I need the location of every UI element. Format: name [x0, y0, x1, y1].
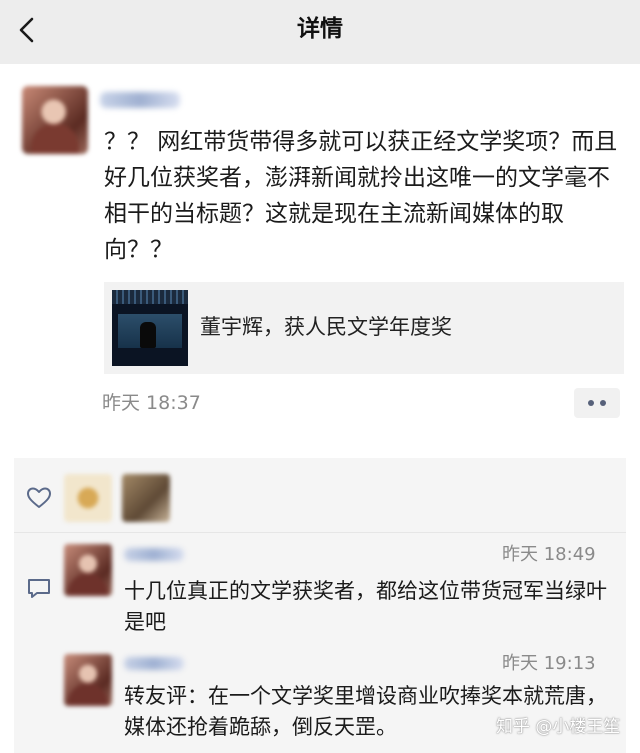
comment-avatar[interactable] — [64, 544, 112, 596]
more-options-button[interactable] — [574, 388, 620, 418]
dot-icon — [588, 400, 594, 406]
watermark: 知乎 @小楼王笙 — [496, 717, 621, 737]
post-timestamp: 昨天 18:37 — [102, 392, 201, 414]
divider — [14, 532, 626, 533]
liker-avatar[interactable] — [64, 474, 112, 522]
shared-link-card[interactable]: 董宇辉，获人民文学年度奖 — [104, 282, 624, 374]
author-name-redacted[interactable] — [100, 92, 180, 108]
dot-icon — [600, 400, 606, 406]
liker-avatar[interactable] — [122, 474, 170, 522]
heart-icon — [27, 487, 51, 508]
comment-text[interactable]: 十几位真正的文学获奖者，都给这位带货冠军当绿叶是吧 — [124, 576, 624, 638]
commenter-name-redacted[interactable] — [124, 657, 184, 670]
comment-timestamp: 昨天 18:49 — [502, 544, 596, 565]
page-title: 详情 — [297, 16, 343, 42]
chat-bubble-icon — [28, 579, 50, 598]
commenter-name-redacted[interactable] — [124, 548, 184, 561]
link-thumbnail — [112, 290, 188, 366]
avatar[interactable] — [22, 86, 88, 154]
post-text: ？？ 网红带货带得多就可以获正经文学奖项？而且好几位获奖者，澎湃新闻就拎出这唯一… — [104, 129, 618, 263]
top-bar: 详情 — [0, 0, 640, 64]
comment-timestamp: 昨天 19:13 — [502, 653, 596, 674]
link-title: 董宇辉，获人民文学年度奖 — [200, 315, 452, 339]
comment-avatar[interactable] — [64, 654, 112, 706]
